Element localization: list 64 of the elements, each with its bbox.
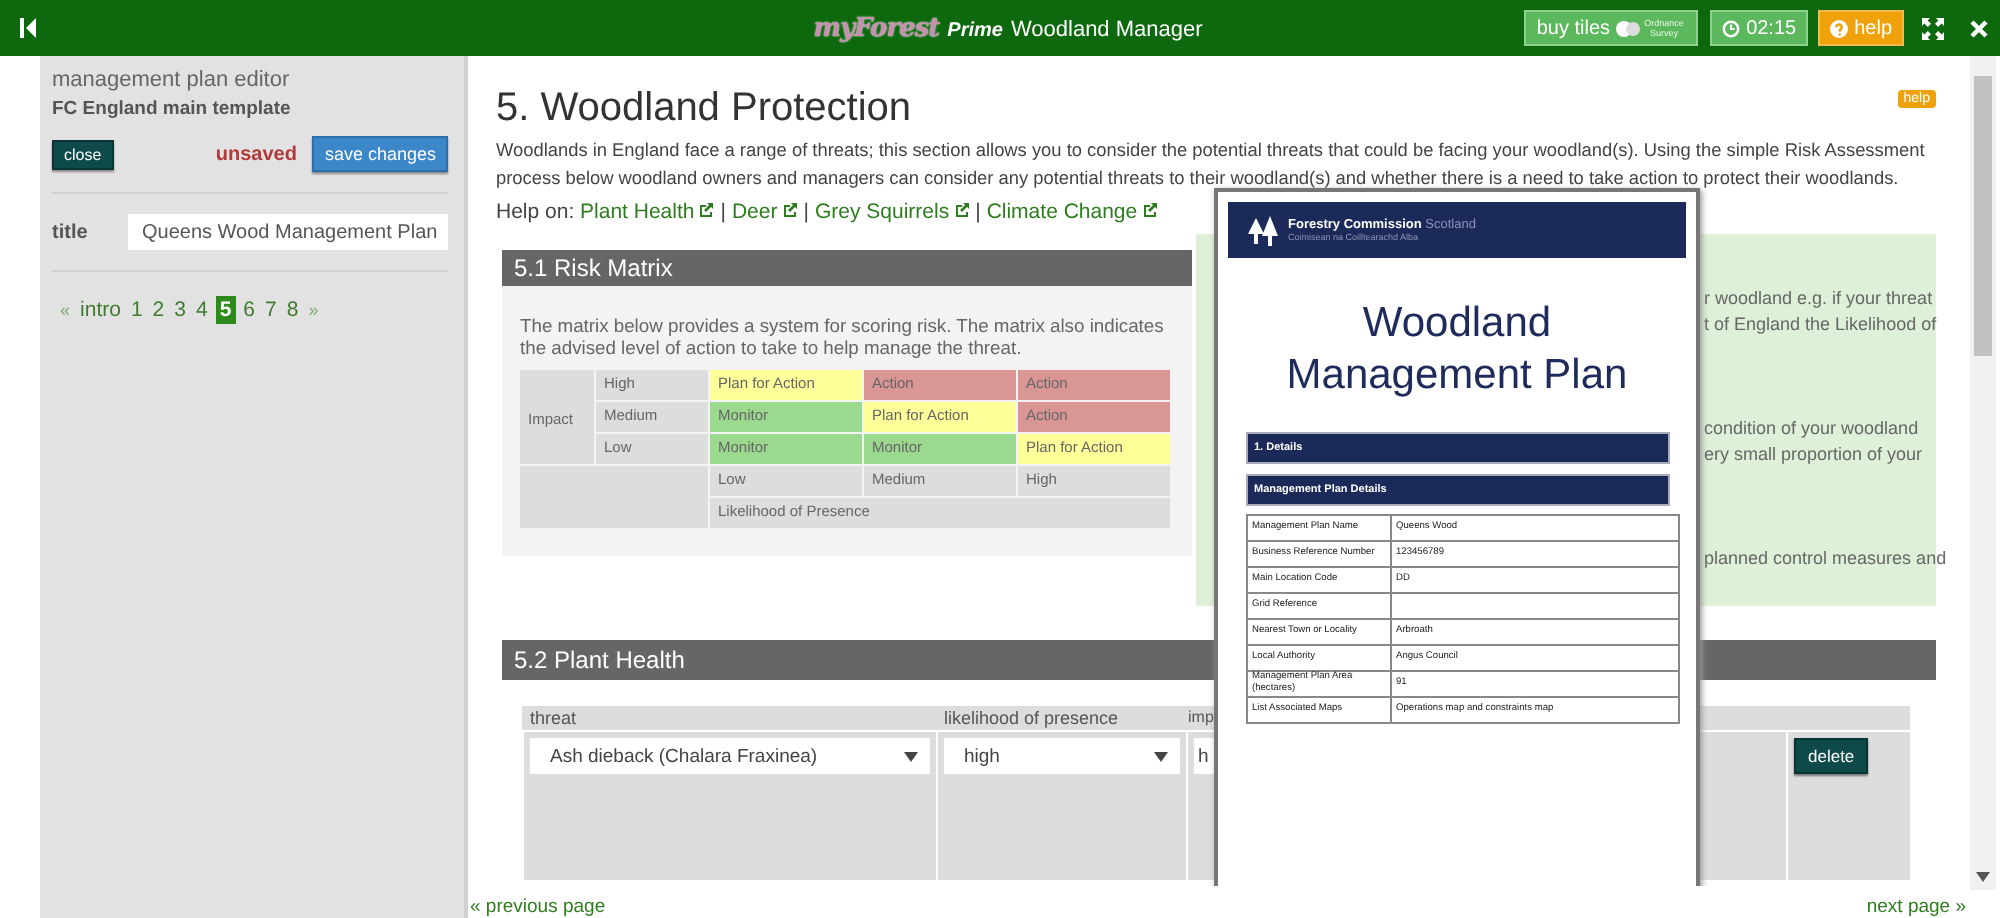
app-logo: myForest	[813, 13, 940, 43]
timer-button[interactable]: 02:15	[1710, 10, 1809, 46]
scrollbar-thumb[interactable]	[1974, 76, 1992, 356]
pager-link[interactable]: 4	[193, 296, 210, 324]
guidance-text: r woodland e.g. if your threat	[1704, 286, 1933, 312]
edition-label: Prime	[947, 19, 1003, 41]
guidance-text: ery small proportion of your	[1704, 442, 1923, 468]
pager-arrow[interactable]: «	[58, 298, 73, 322]
save-button[interactable]: save changes	[312, 136, 448, 172]
map-logo-icon	[1616, 19, 1641, 37]
column-header: imp	[1188, 708, 1214, 726]
pager-link[interactable]: 7	[263, 296, 279, 324]
dropdown-field[interactable]: h	[1194, 738, 1214, 774]
close-button[interactable]: close	[52, 139, 114, 169]
external-link-icon	[1141, 202, 1158, 218]
column-header: likelihood of presence	[944, 708, 1119, 728]
document-title: Woodland	[1360, 298, 1554, 350]
external-link-icon	[781, 202, 798, 218]
document-title: Management Plan	[1284, 350, 1630, 402]
clock-icon	[1722, 19, 1741, 37]
editor-heading: management plan editor	[52, 68, 292, 92]
pager-link[interactable]: 1	[128, 296, 145, 324]
page-heading: 5. Woodland Protection	[496, 84, 912, 132]
title-label: title	[52, 221, 90, 243]
save-status: unsaved	[215, 143, 297, 165]
help-link[interactable]: Deer	[731, 200, 798, 224]
pager-link[interactable]: 5	[215, 296, 236, 324]
help-button[interactable]: help	[1818, 10, 1904, 46]
dropdown-field[interactable]: high	[944, 738, 1180, 774]
help-link[interactable]: Plant Health	[580, 200, 715, 224]
section-header: 5.1 Risk Matrix	[502, 250, 1192, 286]
column-header: threat	[530, 708, 577, 728]
next-page-link[interactable]: next page »	[1866, 896, 1966, 918]
template-name: FC England main template	[52, 98, 293, 120]
help-link[interactable]: Grey Squirrels	[814, 200, 970, 224]
tree-logo-icon	[1248, 215, 1280, 245]
matrix-description: The matrix below provides a system for scoring risk. The matrix also indicates the advised level of action to take to help manage the threat.	[520, 314, 1166, 358]
help-label: Help on:	[496, 200, 575, 224]
dropdown-field[interactable]: Ash dieback (Chalara Fraxinea)	[530, 738, 930, 774]
pager-link[interactable]: 3	[172, 296, 188, 324]
delete-button[interactable]: delete	[1794, 738, 1869, 774]
intro-paragraph: Woodlands in England face a range of threats; this section allows you to consider the potential threats that could be facing your woodland(s). Using the simple Risk Assessment process below woodland owners and managers can consider any potential threats to their woodland(s) and whether there is a need to take action to protect their woodlands.	[496, 138, 1927, 192]
pager-link[interactable]: 2	[150, 296, 167, 324]
guidance-text: t of England the Likelihood of	[1704, 312, 1937, 338]
link-separator: |	[720, 200, 726, 224]
guidance-text: planned control measures and	[1704, 546, 1947, 572]
app-title: Woodland Manager	[1010, 17, 1203, 41]
external-link-icon	[698, 202, 715, 218]
help-link[interactable]: Climate Change	[986, 200, 1158, 224]
pager-arrow[interactable]: »	[306, 298, 321, 322]
external-link-icon	[953, 202, 970, 218]
scroll-down-icon[interactable]	[1976, 872, 1990, 882]
title-field[interactable]: Queens Wood Management Plan	[128, 214, 448, 250]
pager-link[interactable]: 8	[284, 296, 301, 324]
close-icon[interactable]	[1970, 19, 1988, 37]
question-icon	[1830, 19, 1849, 37]
pager-link[interactable]: intro	[78, 296, 123, 324]
link-separator: |	[975, 200, 981, 224]
link-separator: |	[803, 200, 809, 224]
collapse-icon[interactable]	[18, 18, 38, 38]
guidance-text: condition of your woodland	[1704, 416, 1919, 442]
fullscreen-icon[interactable]	[1922, 17, 1944, 39]
previous-page-link[interactable]: « previous page	[470, 896, 606, 918]
pager-link[interactable]: 6	[241, 296, 258, 324]
